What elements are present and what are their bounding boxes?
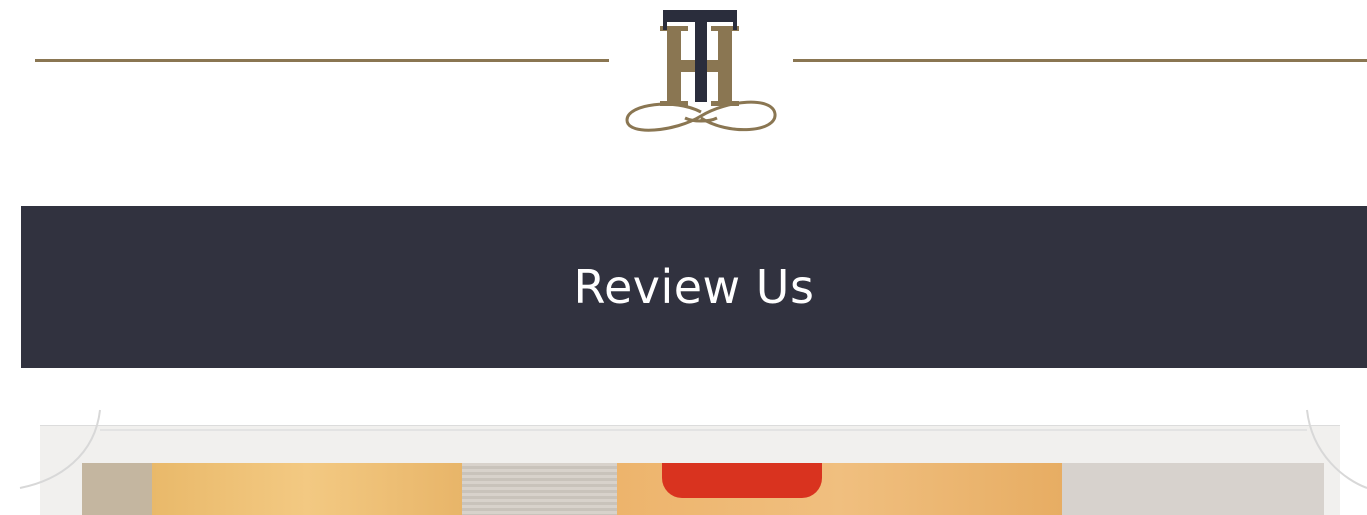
- review-us-banner: Review Us: [21, 206, 1367, 368]
- photo-frame: [0, 400, 1367, 515]
- banner-title: Review Us: [573, 260, 815, 314]
- photo-strip-image: [82, 463, 1324, 515]
- header-logo-row: [0, 0, 1367, 160]
- left-divider-line: [35, 59, 609, 62]
- right-divider-line: [793, 59, 1367, 62]
- th-monogram-icon[interactable]: [615, 0, 785, 150]
